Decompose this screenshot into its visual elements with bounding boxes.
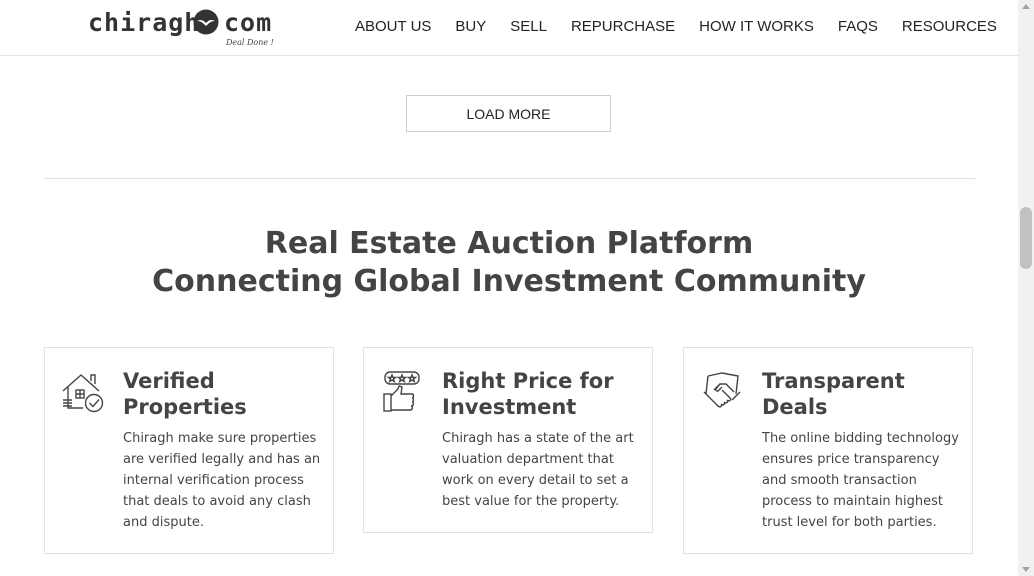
headline-line-2: Connecting Global Investment Community — [152, 264, 866, 299]
nav-item-faqs[interactable]: FAQS — [838, 18, 878, 35]
feature-description: Chiragh has a state of the art valuation… — [442, 431, 634, 509]
headline-line-1: Real Estate Auction Platform — [264, 226, 754, 261]
section-headline: Real Estate Auction Platform Connecting … — [0, 225, 1018, 301]
section-divider — [44, 178, 975, 179]
feature-title: Verified Properties — [123, 369, 247, 419]
feature-title: Right Price for Investment — [442, 369, 614, 419]
scroll-up-arrow-icon[interactable] — [1022, 4, 1030, 9]
feature-description: Chiragh make sure properties are verifie… — [123, 431, 321, 530]
logo-tagline: Deal Done ! — [226, 38, 274, 47]
scroll-down-arrow-icon[interactable] — [1022, 567, 1030, 572]
logo[interactable]: chiragh com Deal Done ! — [88, 8, 278, 50]
thumbs-up-stars-icon — [383, 371, 420, 412]
feature-card-right-price: Right Price for Investment Chiragh has a… — [363, 347, 653, 533]
feature-card-verified: Verified Properties Chiragh make sure pr… — [44, 347, 334, 554]
load-more-button[interactable]: LOAD MORE — [406, 95, 611, 132]
bird-icon — [193, 9, 219, 35]
nav-item-how-it-works[interactable]: HOW IT WORKS — [699, 18, 814, 35]
nav-item-sell[interactable]: SELL — [510, 18, 547, 35]
scroll-thumb[interactable] — [1020, 207, 1032, 269]
nav-item-buy[interactable]: BUY — [455, 18, 486, 35]
page-scrollbar[interactable] — [1018, 0, 1034, 576]
nav-item-about-us[interactable]: ABOUT US — [355, 18, 431, 35]
site-header: chiragh com Deal Done ! ABOUT US BUY SEL… — [0, 0, 1018, 56]
logo-name: chiragh — [88, 8, 201, 37]
nav-item-resources[interactable]: RESOURCES — [902, 18, 997, 35]
feature-title: Transparent Deals — [762, 369, 905, 419]
feature-card-transparent: Transparent Deals The online bidding tec… — [683, 347, 973, 554]
nav-item-repurchase[interactable]: REPURCHASE — [571, 18, 675, 35]
logo-suffix: com — [224, 8, 273, 37]
house-check-icon — [62, 374, 104, 413]
main-nav: ABOUT US BUY SELL REPURCHASE HOW IT WORK… — [355, 18, 997, 35]
handshake-icon — [703, 372, 741, 408]
feature-description: The online bidding technology ensures pr… — [762, 431, 959, 530]
